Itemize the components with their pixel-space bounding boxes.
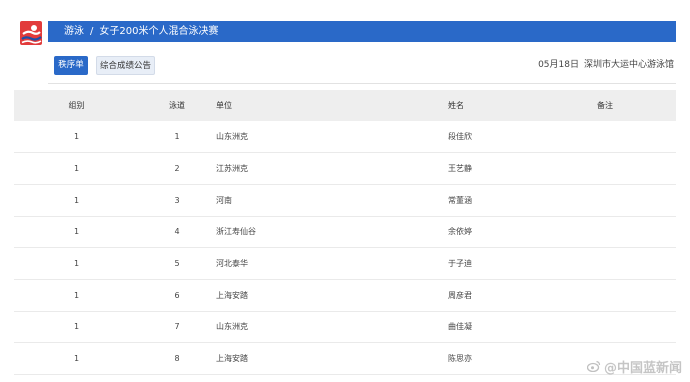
table-row: 1 8 上海安踏 陈思亦: [14, 343, 676, 375]
event-meta: 05月18日 深圳市大运中心游泳馆: [538, 56, 674, 75]
cell-name: 余依婷: [448, 227, 472, 237]
cell-note: [596, 121, 676, 153]
start-list-table: 组别 泳道 单位 姓名 备注 1 1 山东洲克 段佳欣 1 2 江苏洲克 王艺静…: [14, 90, 676, 375]
cell-lane: 7: [174, 322, 180, 332]
table-row: 1 7 山东洲克 曲佳凝: [14, 311, 676, 343]
table-row: 1 6 上海安踏 周彦君: [14, 279, 676, 312]
cell-unit: 江苏洲克: [216, 164, 248, 174]
cell-note: [596, 216, 676, 248]
breadcrumb-separator: /: [90, 26, 94, 37]
cell-note: [596, 311, 676, 343]
cell-unit: 山东洲克: [216, 322, 248, 332]
breadcrumb: 游泳 / 女子200米个人混合泳决赛: [48, 21, 676, 42]
column-header-name: 姓名: [448, 101, 464, 110]
cell-note: [596, 248, 676, 280]
cell-name: 王艺静: [448, 164, 472, 174]
cell-unit: 上海安踏: [216, 290, 248, 300]
cell-lane: 3: [174, 195, 180, 205]
table-row: 1 3 河南 常董涵: [14, 184, 676, 217]
cell-lane: 1: [174, 132, 180, 142]
cell-lane: 8: [174, 354, 180, 364]
cell-group: 1: [73, 195, 80, 205]
weibo-icon: [586, 360, 601, 376]
event-date: 05月18日: [538, 60, 579, 70]
cell-name: 周彦君: [448, 290, 472, 300]
event-venue: 深圳市大运中心游泳馆: [583, 60, 674, 70]
breadcrumb-event-title: 女子200米个人混合泳决赛: [99, 26, 219, 37]
column-header-lane: 泳道: [169, 101, 185, 110]
cell-group: 1: [73, 164, 80, 174]
table-row: 1 1 山东洲克 段佳欣: [14, 121, 676, 153]
cell-group: 1: [73, 354, 80, 364]
cell-unit: 河南: [216, 195, 232, 205]
cell-unit: 河北泰华: [216, 259, 248, 269]
cell-note: [596, 279, 676, 311]
cell-unit: 浙江寿仙谷: [216, 227, 256, 237]
column-header-unit: 单位: [216, 101, 232, 110]
cell-group: 1: [73, 290, 80, 300]
cell-group: 1: [73, 227, 80, 237]
breadcrumb-sport[interactable]: 游泳: [64, 26, 84, 37]
cell-name: 常董涵: [448, 195, 472, 205]
watermark: @中国蓝新闻: [586, 357, 682, 376]
cell-lane: 5: [174, 259, 180, 269]
cell-name: 陈思亦: [448, 354, 472, 364]
cell-group: 1: [73, 322, 80, 332]
tab-start-list[interactable]: 秩序单: [54, 56, 88, 75]
column-header-group: 组别: [68, 101, 85, 110]
table-row: 1 4 浙江寿仙谷 余依婷: [14, 216, 676, 248]
cell-unit: 山东洲克: [216, 132, 248, 142]
cell-group: 1: [73, 132, 80, 142]
watermark-text: @中国蓝新闻: [603, 361, 682, 376]
cell-lane: 2: [174, 164, 180, 174]
table-row: 1 5 河北泰华 于子迪: [14, 248, 676, 280]
cell-lane: 4: [174, 227, 180, 237]
cell-name: 段佳欣: [448, 132, 472, 142]
cell-name: 曲佳凝: [448, 322, 472, 332]
cell-note: [596, 153, 676, 185]
cell-unit: 上海安踏: [216, 354, 248, 364]
column-header-note: 备注: [597, 101, 613, 110]
swimming-logo-icon: [20, 21, 42, 45]
table-header-row: 组别 泳道 单位 姓名 备注: [14, 90, 676, 121]
table-row: 1 2 江苏洲克 王艺静: [14, 153, 676, 185]
tab-results-notice[interactable]: 综合成绩公告: [96, 56, 155, 75]
cell-lane: 6: [174, 290, 180, 300]
cell-note: [596, 184, 676, 216]
cell-group: 1: [73, 259, 80, 269]
cell-name: 于子迪: [448, 259, 472, 269]
header-divider: [48, 83, 676, 84]
